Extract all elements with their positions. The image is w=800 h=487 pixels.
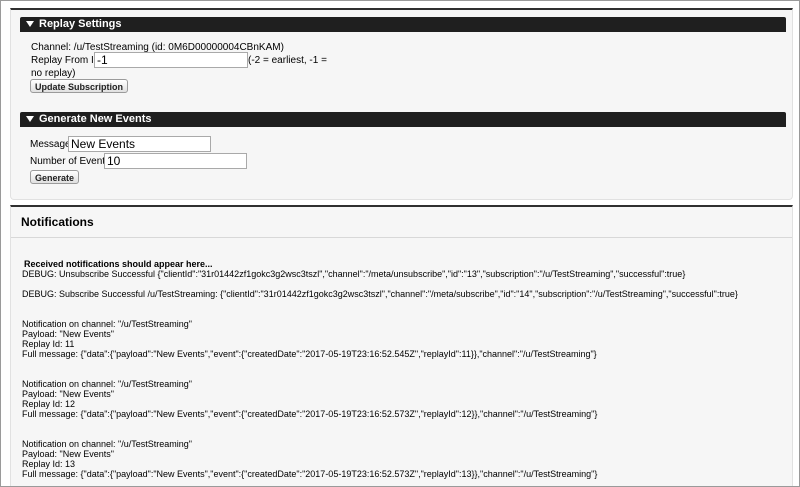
- collapse-triangle-icon: [26, 20, 34, 27]
- debug-subscribe-line: DEBUG: Subscribe Successful /u/TestStrea…: [22, 289, 738, 299]
- notification-payload: Payload: "New Events": [22, 329, 114, 339]
- replay-from-id-label: Replay From Id:: [31, 55, 103, 66]
- settings-panel: Replay Settings Channel: /u/TestStreamin…: [10, 8, 793, 200]
- generate-button[interactable]: Generate: [30, 170, 80, 184]
- notification-payload: Payload: "New Events": [22, 389, 114, 399]
- generate-events-header[interactable]: Generate New Events: [20, 112, 786, 127]
- notification-payload: Payload: "New Events": [22, 449, 114, 459]
- notification-channel: Notification on channel: "/u/TestStreami…: [22, 379, 192, 389]
- message-input[interactable]: [68, 136, 211, 152]
- number-of-events-label: Number of Events:: [30, 156, 113, 167]
- notifications-panel: Notifications Received notifications sho…: [10, 205, 793, 486]
- notification-replay-id: Replay Id: 13: [22, 459, 76, 469]
- debug-unsubscribe-line: DEBUG: Unsubscribe Successful {"clientId…: [22, 269, 686, 279]
- notifications-intro: Received notifications should appear her…: [24, 259, 213, 269]
- replay-from-id-input[interactable]: [94, 52, 248, 68]
- notification-full-message: Full message: {"data":{"payload":"New Ev…: [22, 469, 598, 479]
- replay-hint-line1: (-2 = earliest, -1 =: [248, 55, 327, 66]
- message-label: Message:: [30, 139, 74, 150]
- notification-entry: Notification on channel: "/u/TestStreami…: [22, 319, 787, 359]
- notifications-log: Received notifications should appear her…: [22, 259, 787, 479]
- notification-replay-id: Replay Id: 11: [22, 339, 75, 349]
- page-frame: Replay Settings Channel: /u/TestStreamin…: [0, 0, 800, 487]
- replay-settings-title: Replay Settings: [39, 18, 122, 30]
- notification-channel: Notification on channel: "/u/TestStreami…: [22, 439, 192, 449]
- divider: [11, 237, 792, 238]
- notification-full-message: Full message: {"data":{"payload":"New Ev…: [22, 409, 598, 419]
- update-subscription-button[interactable]: Update Subscription: [30, 79, 129, 93]
- notification-replay-id: Replay Id: 12: [22, 399, 76, 409]
- generate-events-title: Generate New Events: [39, 113, 152, 125]
- notification-entry: Notification on channel: "/u/TestStreami…: [22, 439, 787, 479]
- notification-entry: Notification on channel: "/u/TestStreami…: [22, 379, 787, 419]
- notifications-title: Notifications: [21, 215, 94, 229]
- replay-settings-header[interactable]: Replay Settings: [20, 17, 786, 32]
- notification-channel: Notification on channel: "/u/TestStreami…: [22, 319, 192, 329]
- number-of-events-input[interactable]: [104, 153, 247, 169]
- notification-full-message: Full message: {"data":{"payload":"New Ev…: [22, 349, 597, 359]
- collapse-triangle-icon: [26, 115, 34, 122]
